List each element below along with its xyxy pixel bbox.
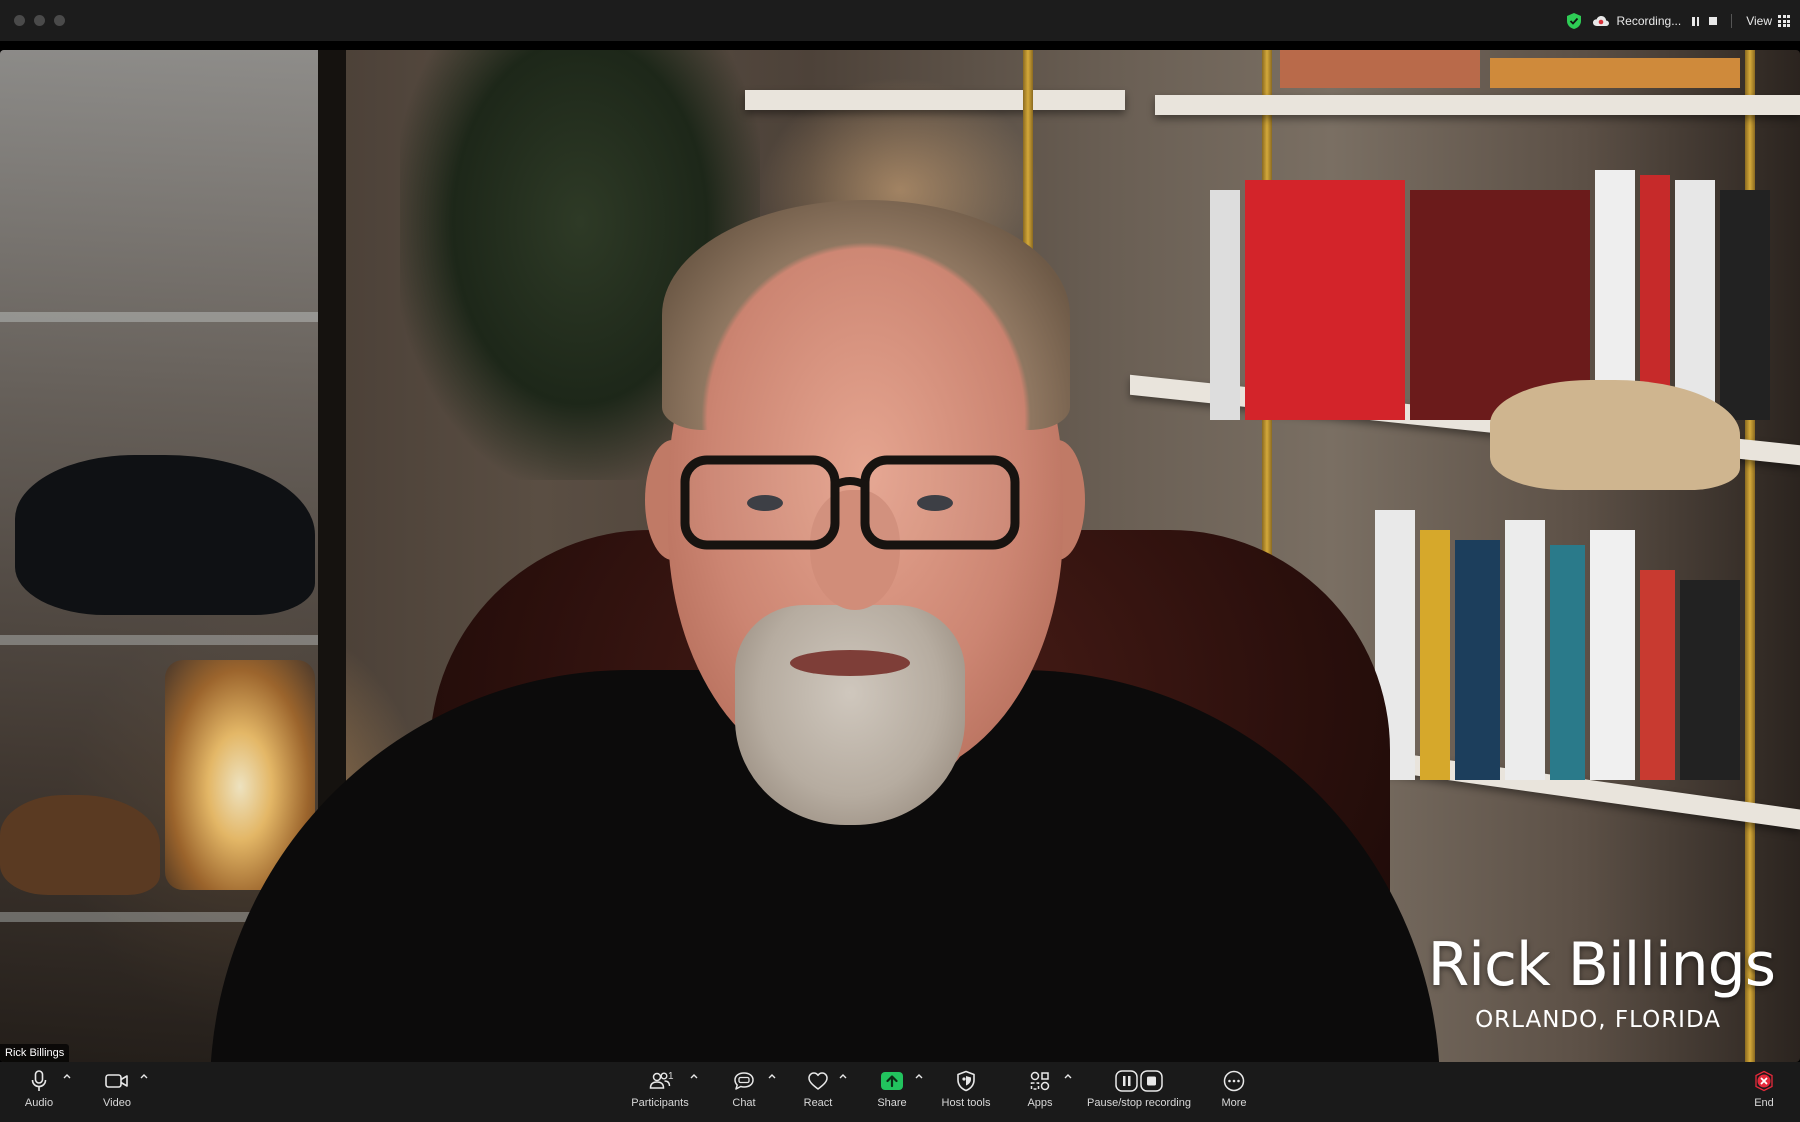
pause-stop-recording-button[interactable]: Pause/stop recording (1085, 1068, 1193, 1109)
video-options-chevron-up-icon[interactable] (138, 1070, 150, 1082)
share-options-chevron-up-icon[interactable] (913, 1070, 925, 1082)
books-top-row (1210, 50, 1770, 88)
glass-shelf (0, 312, 340, 322)
zoom-window-button[interactable] (54, 15, 65, 26)
participants-label: Participants (631, 1097, 689, 1109)
share-label: Share (877, 1097, 907, 1109)
window-controls (14, 15, 65, 26)
host-tools-shield-icon (957, 1070, 975, 1092)
glass-shelf (0, 635, 340, 645)
books-lower-row (1375, 490, 1775, 780)
audio-button[interactable]: Audio (20, 1068, 58, 1109)
speaker-location: ORLANDO, FLORIDA (1475, 1007, 1721, 1033)
close-window-button[interactable] (14, 15, 25, 26)
apps-label: Apps (1027, 1097, 1053, 1109)
chat-options-chevron-up-icon[interactable] (766, 1070, 778, 1082)
person-mouth (790, 650, 910, 676)
share-screen-icon (881, 1072, 903, 1090)
heart-icon (808, 1072, 828, 1090)
end-call-icon (1755, 1070, 1773, 1092)
chat-icon (734, 1072, 754, 1090)
meeting-status-bar: Recording... View (1566, 10, 1790, 32)
microphone-icon (31, 1070, 47, 1091)
pause-recording-icon[interactable] (1692, 16, 1700, 26)
participants-count: 1 (668, 1071, 674, 1082)
host-tools-button[interactable]: Host tools (938, 1068, 994, 1109)
video-camera-icon (105, 1074, 128, 1088)
cloud-recording-icon (1592, 16, 1609, 26)
rhino-figurine-dark (15, 455, 315, 615)
pause-stop-recording-icon (1115, 1070, 1163, 1092)
video-label: Video (103, 1097, 131, 1109)
rhino-figurine-light (1490, 380, 1740, 490)
apps-button[interactable]: Apps (1024, 1068, 1056, 1109)
speaker-name: Rick Billings (1427, 930, 1776, 1000)
more-label: More (1221, 1097, 1247, 1109)
react-options-chevron-up-icon[interactable] (837, 1070, 849, 1082)
recording-label: Recording... (1616, 14, 1682, 28)
figurine (0, 795, 160, 895)
encryption-shield-icon[interactable] (1566, 12, 1582, 30)
end-label: End (1754, 1097, 1774, 1109)
stop-recording-icon[interactable] (1709, 17, 1718, 25)
wall-shelf (745, 90, 1125, 110)
pause-stop-recording-label: Pause/stop recording (1087, 1097, 1191, 1109)
video-button[interactable]: Video (97, 1068, 137, 1109)
apps-icon (1030, 1071, 1050, 1091)
participant-name-tag: Rick Billings (0, 1044, 70, 1062)
bookshelf-top (1155, 95, 1800, 115)
books-middle-row (1210, 160, 1770, 420)
window-titlebar: Recording... View (0, 0, 1800, 42)
share-screen-button[interactable]: Share (874, 1068, 910, 1109)
participants-button[interactable]: 1 Participants (628, 1068, 692, 1109)
person-hair (662, 200, 1070, 430)
video-stage[interactable]: Rick Billings ORLANDO, FLORIDA Rick Bill… (0, 50, 1800, 1062)
grid-view-icon (1778, 15, 1790, 27)
lower-third-caption: Rick Billings ORLANDO, FLORIDA (1427, 930, 1776, 1033)
recording-indicator: Recording... (1592, 14, 1718, 28)
view-label: View (1746, 14, 1772, 28)
audio-label: Audio (24, 1097, 54, 1109)
eyeglasses (680, 455, 1020, 550)
minimize-window-button[interactable] (34, 15, 45, 26)
react-button[interactable]: React (800, 1068, 836, 1109)
person-beard (735, 605, 965, 825)
more-button[interactable]: More (1218, 1068, 1250, 1109)
chat-button[interactable]: Chat (728, 1068, 760, 1109)
react-label: React (803, 1097, 833, 1109)
more-icon (1223, 1070, 1245, 1092)
host-tools-label: Host tools (941, 1097, 991, 1109)
audio-options-chevron-up-icon[interactable] (61, 1070, 73, 1082)
apps-options-chevron-up-icon[interactable] (1062, 1070, 1074, 1082)
end-meeting-button[interactable]: End (1748, 1068, 1780, 1109)
meeting-toolbar: Audio Video 1 Participants Chat React Sh… (0, 1062, 1800, 1122)
participants-options-chevron-up-icon[interactable] (688, 1070, 700, 1082)
divider (1731, 14, 1733, 28)
chat-label: Chat (732, 1097, 756, 1109)
view-button[interactable]: View (1746, 14, 1790, 28)
